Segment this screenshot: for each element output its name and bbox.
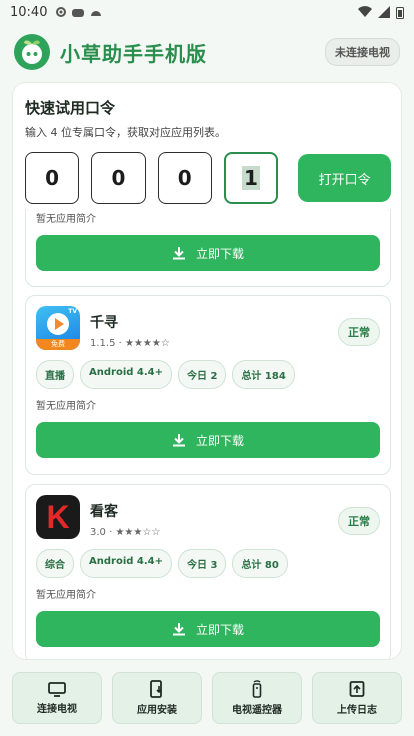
install-icon bbox=[150, 680, 162, 698]
app-rating: ★★★★☆ bbox=[125, 338, 170, 349]
app-meta: 3.0 · ★★★☆☆ bbox=[90, 527, 161, 538]
app-name: 千寻 bbox=[90, 315, 118, 331]
icon-letter: K bbox=[46, 498, 70, 535]
clock: 10:40 bbox=[10, 4, 48, 20]
app-icon: K bbox=[36, 495, 80, 539]
tv-remote-button[interactable]: 电视遥控器 bbox=[212, 672, 302, 724]
signal-icon bbox=[378, 6, 390, 18]
download-button[interactable]: 立即下载 bbox=[36, 235, 380, 271]
icon-badge: 免费 bbox=[36, 339, 80, 350]
cloud-icon bbox=[72, 9, 85, 17]
gear-icon bbox=[56, 7, 67, 17]
app-card: K 看客 3.0 · ★★★☆☆ 正常 综合 Android 4.4+ 今日 3… bbox=[25, 484, 391, 659]
download-icon bbox=[172, 623, 185, 636]
code-digit-3[interactable]: 0 bbox=[157, 152, 212, 204]
status-badge: 正常 bbox=[338, 507, 380, 535]
nav-label: 上传日志 bbox=[337, 705, 377, 716]
wifi-icon bbox=[358, 6, 372, 18]
nav-label: 电视遥控器 bbox=[232, 705, 282, 716]
open-code-button[interactable]: 打开口令 bbox=[298, 154, 392, 202]
tv-icon bbox=[48, 682, 66, 697]
upload-icon bbox=[349, 681, 365, 697]
code-digit-2[interactable]: 0 bbox=[91, 152, 146, 204]
battery-icon bbox=[396, 6, 404, 19]
tag-today: 今日 2 bbox=[177, 360, 227, 389]
connection-status-badge[interactable]: 未连接电视 bbox=[325, 38, 400, 66]
status-badge: 正常 bbox=[338, 318, 380, 346]
app-meta: 1.1.5 · ★★★★☆ bbox=[90, 338, 170, 349]
sprout-logo-icon bbox=[22, 40, 42, 64]
download-label: 立即下载 bbox=[195, 433, 244, 448]
download-label: 立即下载 bbox=[195, 246, 244, 261]
tag-android: Android 4.4+ bbox=[80, 360, 172, 389]
quick-code-hint: 输入 4 位专属口令，获取对应应用列表。 bbox=[25, 126, 226, 139]
app-desc: 暂无应用简介 bbox=[36, 214, 96, 225]
app-title: 小草助手手机版 bbox=[60, 41, 207, 66]
remote-icon bbox=[252, 680, 262, 698]
download-icon bbox=[172, 247, 185, 260]
icon-badge-top: TV bbox=[68, 308, 77, 315]
app-header: 小草助手手机版 未连接电视 bbox=[0, 24, 414, 80]
code-input-row: 0 0 0 1 打开口令 bbox=[25, 152, 392, 204]
tag-list: 直播 Android 4.4+ 今日 2 总计 184 bbox=[36, 360, 380, 389]
tag-android: Android 4.4+ bbox=[80, 549, 172, 578]
tag-category: 直播 bbox=[36, 360, 74, 389]
app-logo bbox=[14, 34, 50, 70]
tag-total: 总计 80 bbox=[232, 549, 288, 578]
tag-today: 今日 3 bbox=[177, 549, 227, 578]
status-bar: 10:40 bbox=[0, 0, 414, 24]
code-digit-1[interactable]: 0 bbox=[25, 152, 80, 204]
bottom-nav: 连接电视 应用安装 电视遥控器 上传日志 bbox=[0, 662, 414, 736]
quick-code-panel: 快速试用口令 输入 4 位专属口令，获取对应应用列表。 0 0 0 1 打开口令 bbox=[13, 83, 401, 209]
app-desc: 暂无应用简介 bbox=[36, 401, 96, 412]
nav-label: 应用安装 bbox=[137, 705, 177, 716]
download-label: 立即下载 bbox=[195, 622, 244, 637]
app-version: 3.0 bbox=[90, 527, 106, 538]
upload-log-button[interactable]: 上传日志 bbox=[312, 672, 402, 724]
code-digit-4[interactable]: 1 bbox=[223, 152, 279, 204]
install-app-button[interactable]: 应用安装 bbox=[112, 672, 202, 724]
app-name: 看客 bbox=[90, 504, 118, 520]
download-icon bbox=[172, 434, 185, 447]
main-scroll-area[interactable]: 暂无应用简介 立即下载 TV 免费 千寻 1.1.5 · ★★★★☆ 正常 直播… bbox=[12, 82, 402, 660]
app-rating: ★★★☆☆ bbox=[115, 527, 161, 538]
tag-list: 综合 Android 4.4+ 今日 3 总计 80 bbox=[36, 549, 380, 578]
download-button[interactable]: 立即下载 bbox=[36, 422, 380, 458]
app-icon: TV 免费 bbox=[36, 306, 80, 350]
tag-total: 总计 184 bbox=[232, 360, 295, 389]
app-version: 1.1.5 bbox=[90, 338, 116, 349]
quick-code-heading: 快速试用口令 bbox=[25, 99, 116, 117]
connect-tv-button[interactable]: 连接电视 bbox=[12, 672, 102, 724]
app-card: TV 免费 千寻 1.1.5 · ★★★★☆ 正常 直播 Android 4.4… bbox=[25, 295, 391, 475]
download-button[interactable]: 立即下载 bbox=[36, 611, 380, 647]
tag-category: 综合 bbox=[36, 549, 74, 578]
android-icon bbox=[91, 11, 102, 16]
app-desc: 暂无应用简介 bbox=[36, 590, 96, 601]
nav-label: 连接电视 bbox=[37, 704, 77, 715]
